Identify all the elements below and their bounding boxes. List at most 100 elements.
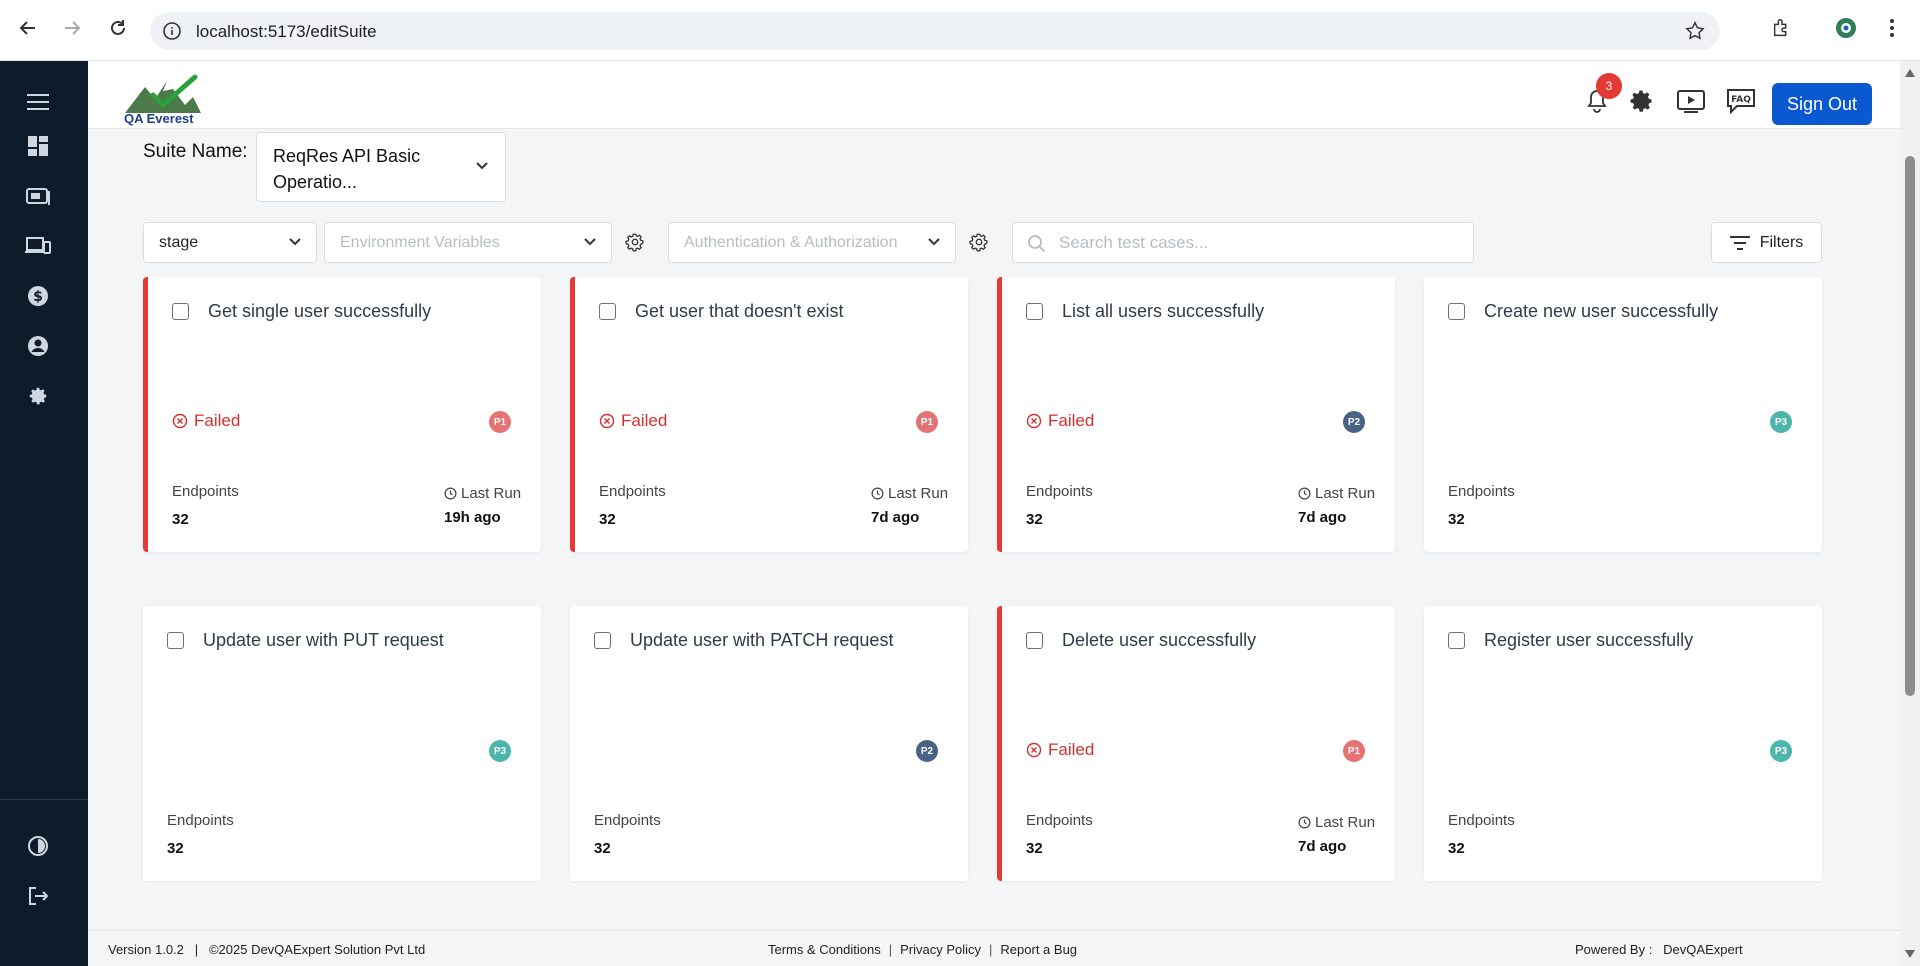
- footer: Version 1.0.2 | ©2025 DevQAExpert Soluti…: [88, 930, 1900, 966]
- billing-icon[interactable]: $: [25, 283, 51, 309]
- environment-variables-select[interactable]: Environment Variables: [324, 222, 612, 263]
- filter-lines-icon: [1729, 235, 1750, 250]
- faq-icon[interactable]: FAQ: [1724, 86, 1758, 116]
- settings-gear-icon[interactable]: [25, 383, 51, 409]
- environment-variables-placeholder: Environment Variables: [340, 234, 500, 251]
- endpoints-label: Endpoints: [1448, 483, 1515, 500]
- test-case-title[interactable]: Get user that doesn't exist: [635, 301, 844, 322]
- bookmark-star-icon[interactable]: [1684, 20, 1706, 42]
- authentication-settings-gear-icon[interactable]: [963, 226, 995, 258]
- test-case-card[interactable]: Get single user successfully Failed P1 Endp…: [143, 277, 541, 552]
- test-case-card[interactable]: Create new user successfully P3 Endpoints 3…: [1424, 277, 1822, 552]
- chevron-down-icon: [289, 238, 301, 246]
- devices-icon[interactable]: [25, 233, 51, 259]
- authentication-placeholder: Authentication & Authorization: [684, 234, 898, 251]
- test-case-title[interactable]: Register user successfully: [1484, 630, 1693, 651]
- endpoints-label: Endpoints: [167, 812, 234, 829]
- test-case-checkbox[interactable]: [1026, 303, 1043, 320]
- filters-button[interactable]: Filters: [1711, 222, 1822, 263]
- test-case-title[interactable]: Delete user successfully: [1062, 630, 1256, 651]
- app-header: QA Everest 3 FAQ Sign Out: [88, 61, 1900, 129]
- clock-icon: [444, 487, 457, 500]
- priority-badge: P1: [489, 411, 511, 433]
- test-case-title[interactable]: Get single user successfully: [208, 301, 431, 322]
- browser-menu-icon[interactable]: [1880, 16, 1904, 40]
- status-text: Failed: [1048, 740, 1095, 759]
- test-case-checkbox[interactable]: [167, 632, 184, 649]
- site-info-icon[interactable]: [162, 21, 182, 41]
- last-run-value: 19h ago: [444, 509, 501, 526]
- suite-name-select[interactable]: ReqRes API Basic Operatio...: [256, 132, 506, 202]
- endpoints-count: 32: [1448, 511, 1465, 528]
- test-case-checkbox[interactable]: [1448, 303, 1465, 320]
- test-case-checkbox[interactable]: [1026, 632, 1043, 649]
- test-case-card[interactable]: Update user with PATCH request P2 Endpoint…: [570, 606, 968, 881]
- stage-select[interactable]: stage: [143, 222, 317, 263]
- scroll-down-arrow-icon[interactable]: [1905, 950, 1915, 958]
- version-text: Version 1.0.2: [108, 942, 184, 957]
- faq-icon-text: FAQ: [1731, 95, 1751, 105]
- extensions-icon[interactable]: [1770, 16, 1794, 40]
- test-case-card[interactable]: Register user successfully P3 Endpoints 32: [1424, 606, 1822, 881]
- endpoints-count: 32: [172, 511, 189, 528]
- test-case-card[interactable]: Delete user successfully Failed P1 Endpoint…: [997, 606, 1395, 881]
- powered-by: Powered By : DevQAExpert: [1575, 942, 1743, 957]
- test-case-checkbox[interactable]: [1448, 632, 1465, 649]
- last-run-label: Last Run: [871, 485, 948, 502]
- dashboard-icon[interactable]: [25, 133, 51, 159]
- status-text: Failed: [1048, 411, 1095, 430]
- privacy-link[interactable]: Privacy Policy: [900, 942, 981, 957]
- last-run-label-text: Last Run: [1315, 814, 1376, 831]
- video-tutorial-icon[interactable]: [1676, 86, 1706, 116]
- search-test-cases-input[interactable]: Search test cases...: [1012, 222, 1474, 263]
- logout-icon[interactable]: [25, 883, 51, 909]
- report-bug-link[interactable]: Report a Bug: [1000, 942, 1077, 957]
- sign-out-button[interactable]: Sign Out: [1772, 83, 1872, 125]
- header-settings-gear-icon[interactable]: [1626, 86, 1656, 116]
- search-placeholder: Search test cases...: [1059, 233, 1209, 252]
- test-case-card[interactable]: List all users successfully Failed P2 Endpo…: [997, 277, 1395, 552]
- reload-icon[interactable]: [106, 16, 130, 40]
- test-case-title[interactable]: Create new user successfully: [1484, 301, 1718, 322]
- test-case-title[interactable]: Update user with PUT request: [203, 630, 444, 651]
- test-case-checkbox[interactable]: [594, 632, 611, 649]
- terms-link[interactable]: Terms & Conditions: [768, 942, 881, 957]
- last-run-label: Last Run: [444, 485, 521, 502]
- sidebar: $: [0, 61, 88, 966]
- account-icon[interactable]: [25, 333, 51, 359]
- status-text: Failed: [621, 411, 668, 430]
- forward-arrow-icon[interactable]: [60, 16, 84, 40]
- endpoints-count: 32: [599, 511, 616, 528]
- test-case-title[interactable]: List all users successfully: [1062, 301, 1264, 322]
- scroll-up-arrow-icon[interactable]: [1905, 69, 1915, 77]
- test-case-title[interactable]: Update user with PATCH request: [630, 630, 893, 651]
- notification-count-badge: 3: [1596, 73, 1622, 99]
- filters-label: Filters: [1759, 233, 1804, 251]
- theme-icon[interactable]: [25, 833, 51, 859]
- endpoints-label: Endpoints: [1026, 812, 1093, 829]
- footer-separator: |: [989, 942, 993, 957]
- address-bar[interactable]: localhost:5173/editSuite: [150, 12, 1720, 50]
- last-run-label: Last Run: [1298, 485, 1375, 502]
- test-case-checkbox[interactable]: [599, 303, 616, 320]
- authentication-select[interactable]: Authentication & Authorization: [668, 222, 956, 263]
- test-case-checkbox[interactable]: [172, 303, 189, 320]
- footer-links: Terms & Conditions | Privacy Policy | Re…: [768, 942, 1077, 957]
- clock-icon: [871, 487, 884, 500]
- environment-settings-gear-icon[interactable]: [619, 226, 651, 258]
- scrollbar-thumb[interactable]: [1905, 156, 1915, 696]
- last-run-label-text: Last Run: [1315, 485, 1376, 502]
- status-failed: Failed: [1026, 411, 1094, 431]
- endpoints-count: 32: [167, 840, 184, 857]
- powered-by-value: DevQAExpert: [1663, 942, 1743, 957]
- notification-bell-icon[interactable]: 3: [1582, 73, 1622, 116]
- priority-badge: P1: [916, 411, 938, 433]
- back-arrow-icon[interactable]: [16, 16, 40, 40]
- test-suites-icon[interactable]: [25, 183, 51, 209]
- page-scrollbar[interactable]: [1900, 61, 1920, 966]
- hamburger-menu-icon[interactable]: [25, 89, 51, 115]
- test-case-card[interactable]: Update user with PUT request P3 Endpoints 3…: [143, 606, 541, 881]
- profile-extension-icon[interactable]: [1834, 16, 1858, 40]
- last-run-label: Last Run: [1298, 814, 1375, 831]
- test-case-card[interactable]: Get user that doesn't exist Failed P1 Endpo…: [570, 277, 968, 552]
